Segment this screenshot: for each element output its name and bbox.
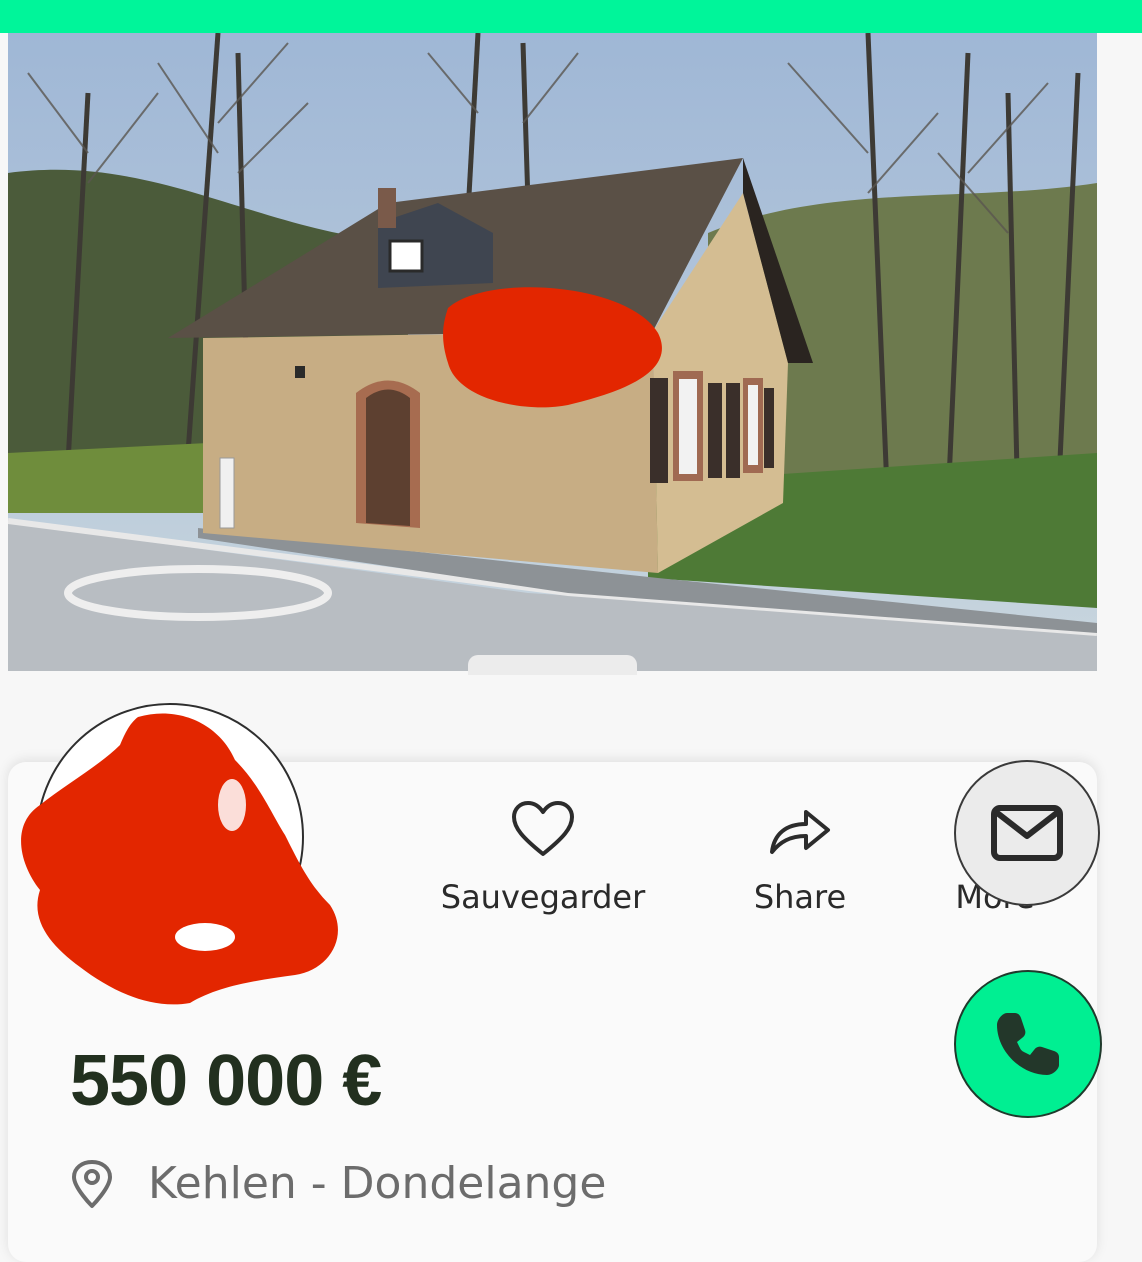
top-accent-bar	[0, 0, 1142, 33]
share-arrow-icon	[770, 810, 830, 854]
save-label: Sauvegarder	[440, 878, 646, 916]
phone-icon	[997, 1013, 1059, 1075]
location-pin-icon	[72, 1159, 112, 1208]
phone-contact-button[interactable]	[954, 970, 1102, 1118]
share-button[interactable]: Share	[745, 800, 855, 916]
location-text: Kehlen - Dondelange	[148, 1158, 607, 1209]
envelope-icon	[991, 805, 1063, 861]
listing-photo[interactable]	[8, 33, 1097, 671]
agency-avatar[interactable]	[21, 703, 338, 1005]
photo-pager-handle[interactable]	[468, 655, 637, 675]
listing-location: Kehlen - Dondelange	[70, 1158, 606, 1209]
avatar-redaction	[21, 713, 338, 1005]
house-photo-illustration	[8, 33, 1097, 671]
email-contact-button[interactable]	[954, 760, 1100, 906]
listing-price: 550 000 €	[70, 1041, 382, 1121]
share-label: Share	[753, 878, 847, 916]
heart-icon	[512, 801, 574, 856]
save-button[interactable]: Sauvegarder	[440, 800, 646, 916]
